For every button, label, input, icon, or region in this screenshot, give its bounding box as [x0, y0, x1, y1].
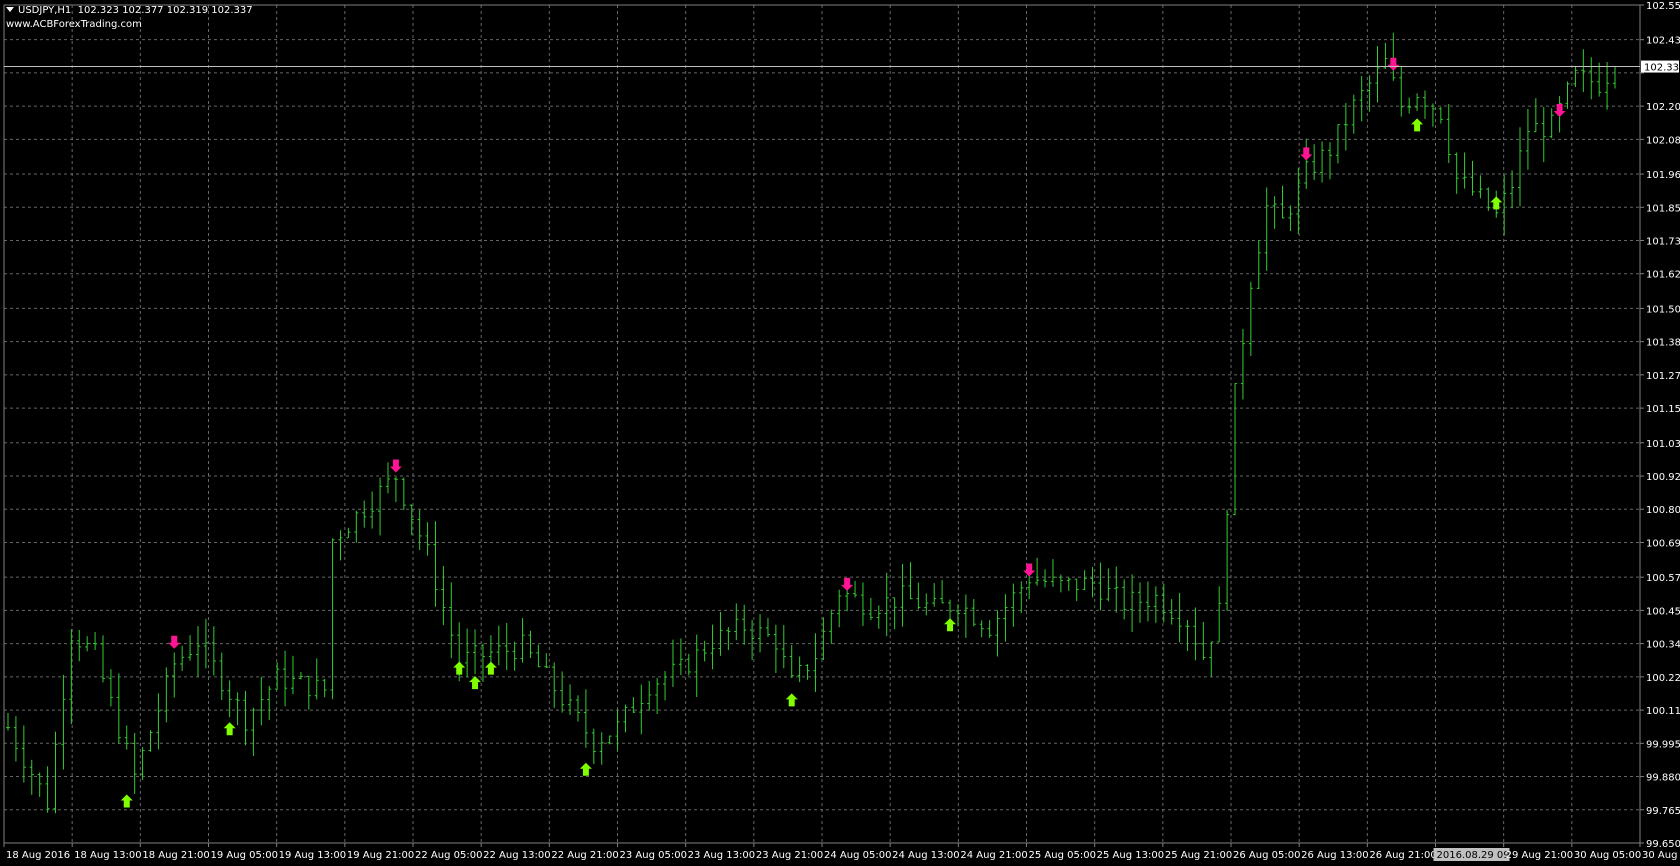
y-axis-label: 100.110: [1646, 706, 1680, 717]
y-axis-label: 99.880: [1646, 773, 1680, 784]
y-axis-label: 99.765: [1646, 806, 1680, 817]
down-arrow-icon: [168, 635, 181, 649]
y-axis-label: 101.155: [1646, 404, 1680, 415]
y-axis-label: 99.650: [1646, 839, 1680, 850]
up-arrow-icon: [484, 661, 497, 675]
up-arrow-icon: [469, 676, 482, 690]
y-axis-label: 100.455: [1646, 606, 1680, 617]
down-arrow-icon: [1387, 57, 1400, 71]
x-axis-label: 24 Aug 13:00: [892, 850, 959, 861]
x-axis-label: 29 Aug 21:00: [1506, 850, 1573, 861]
down-arrow-icon: [841, 577, 854, 591]
ohlc-values: 102.323 102.377 102.319 102.337: [77, 5, 253, 16]
x-axis-label: 25 Aug 21:00: [1165, 850, 1232, 861]
x-axis-label: 24 Aug 05:00: [824, 850, 891, 861]
x-axis-label: 25 Aug 05:00: [1029, 850, 1096, 861]
x-axis-label: 18 Aug 2016: [6, 850, 70, 861]
chart-header: USDJPY,H1 102.323 102.377 102.319 102.33…: [6, 5, 253, 17]
y-axis-label: 102.430: [1646, 36, 1680, 47]
x-axis-label: 18 Aug 21:00: [142, 850, 209, 861]
triangle-down-icon[interactable]: [6, 7, 14, 12]
current-price-label: 102.337: [1644, 63, 1680, 74]
x-axis-label: 23 Aug 13:00: [688, 850, 755, 861]
up-arrow-icon: [785, 693, 798, 707]
y-axis-label: 101.620: [1646, 270, 1680, 281]
up-arrow-icon: [1411, 118, 1424, 132]
x-axis-label: 19 Aug 13:00: [279, 850, 346, 861]
x-axis-label: 30 Aug 13:00: [1642, 850, 1680, 861]
y-axis-label: 101.385: [1646, 338, 1680, 349]
x-axis-label: 23 Aug 05:00: [620, 850, 687, 861]
y-axis-label: 100.570: [1646, 573, 1680, 584]
y-axis-label: 101.500: [1646, 304, 1680, 315]
y-axis-label: 100.225: [1646, 673, 1680, 684]
down-arrow-icon: [1023, 563, 1036, 577]
up-arrow-icon: [944, 618, 957, 632]
y-axis-label: 102.550: [1646, 1, 1680, 12]
y-axis-label: 101.735: [1646, 237, 1680, 248]
up-arrow-icon: [453, 661, 466, 675]
x-axis-label: 26 Aug 21:00: [1369, 850, 1436, 861]
down-arrow-icon: [1553, 104, 1566, 118]
x-axis-label: 25 Aug 13:00: [1097, 850, 1164, 861]
x-axis-label: 24 Aug 21:00: [960, 850, 1027, 861]
up-arrow-icon: [579, 762, 592, 776]
x-axis-label: 26 Aug 13:00: [1301, 850, 1368, 861]
up-arrow-icon: [120, 794, 133, 808]
x-axis-label: 26 Aug 05:00: [1233, 850, 1300, 861]
x-axis-label: 23 Aug 21:00: [756, 850, 823, 861]
y-axis-label: 102.200: [1646, 102, 1680, 113]
down-arrow-icon: [1300, 147, 1313, 161]
y-axis-label: 101.035: [1646, 439, 1680, 450]
x-axis-label: 19 Aug 05:00: [211, 850, 278, 861]
down-arrow-icon: [389, 459, 402, 473]
y-axis-label: 100.690: [1646, 538, 1680, 549]
up-arrow-icon: [223, 722, 236, 736]
y-axis-label: 100.340: [1646, 640, 1680, 651]
x-axis-label: 22 Aug 21:00: [551, 850, 618, 861]
plot-frame: [3, 4, 1641, 844]
x-axis-label: 18 Aug 13:00: [74, 850, 141, 861]
y-axis-label: 99.995: [1646, 739, 1680, 750]
symbol-label: USDJPY,H1: [18, 5, 72, 16]
x-axis-label: 22 Aug 05:00: [415, 850, 482, 861]
chart-window[interactable]: 102.337 102.550 102.430 102.200 102.085 101.9…: [0, 0, 1680, 866]
x-axis-label: 22 Aug 13:00: [483, 850, 550, 861]
y-axis-label: 102.085: [1646, 135, 1680, 146]
y-axis-label: 101.850: [1646, 203, 1680, 214]
y-axis-label: 100.805: [1646, 505, 1680, 516]
y-axis-label: 101.965: [1646, 170, 1680, 181]
x-axis-label: 19 Aug 21:00: [347, 850, 414, 861]
price-chart[interactable]: 102.337 102.550 102.430 102.200 102.085 101.9…: [0, 0, 1680, 866]
watermark-text: www.ACBForexTrading.com: [6, 19, 142, 30]
y-axis-label: 101.270: [1646, 371, 1680, 382]
y-axis-label: 100.920: [1646, 472, 1680, 483]
x-axis-label: 30 Aug 05:00: [1574, 850, 1641, 861]
